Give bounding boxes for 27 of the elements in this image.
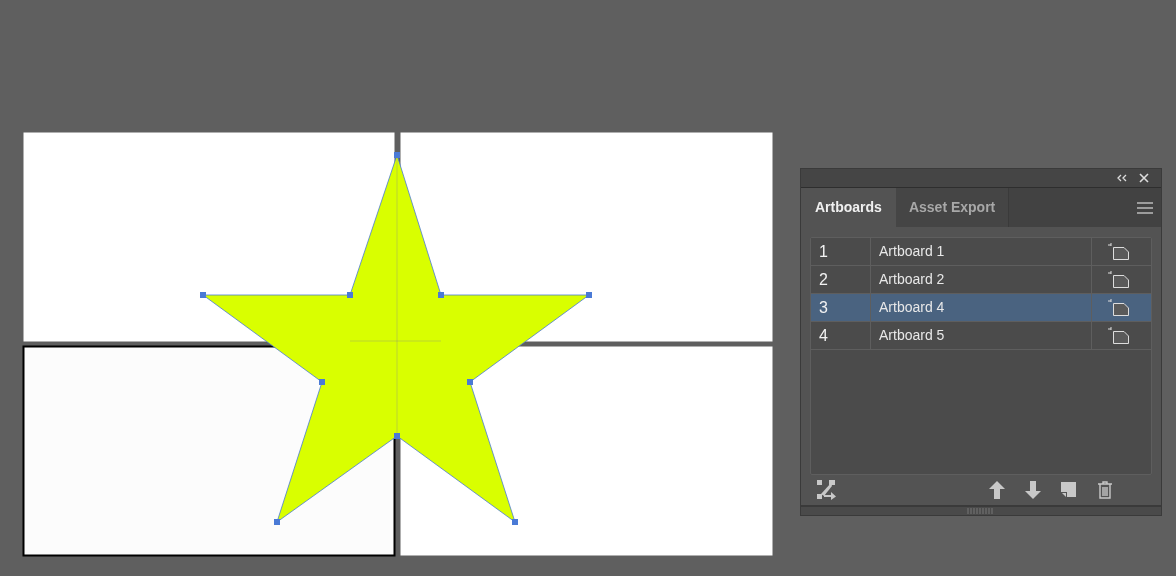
close-icon[interactable] xyxy=(1139,173,1149,183)
artboard-number: 1 xyxy=(811,238,871,265)
arrow-up-icon[interactable] xyxy=(989,481,1005,499)
artboard-number: 3 xyxy=(811,294,871,321)
arrow-down-icon[interactable] xyxy=(1025,481,1041,499)
artboard-row[interactable]: 1 Artboard 1 xyxy=(811,238,1151,266)
artboard-number: 2 xyxy=(811,266,871,293)
star-shape[interactable] xyxy=(200,152,592,525)
artboard-row[interactable]: 2 Artboard 2 xyxy=(811,266,1151,294)
menu-icon[interactable] xyxy=(1137,201,1153,214)
new-artboard-icon[interactable] xyxy=(1061,482,1077,498)
artboard-options-icon[interactable] xyxy=(1107,299,1130,316)
artboard-name[interactable]: Artboard 2 xyxy=(871,266,1092,293)
artboard-row[interactable]: 4 Artboard 5 xyxy=(811,322,1151,350)
artboard-name[interactable]: Artboard 4 xyxy=(871,294,1092,321)
resize-grip-icon[interactable] xyxy=(967,508,995,514)
artboard-options-icon[interactable] xyxy=(1107,327,1130,344)
artboard-options-icon[interactable] xyxy=(1107,271,1130,288)
rearrange-icon[interactable] xyxy=(817,480,837,500)
artboard-row[interactable]: 3 Artboard 4 xyxy=(811,294,1151,322)
artboard-options-icon[interactable] xyxy=(1107,243,1130,260)
collapse-icon[interactable] xyxy=(1117,174,1127,182)
panel-tab[interactable]: Artboards xyxy=(801,188,896,227)
artboard-name[interactable]: Artboard 1 xyxy=(871,238,1092,265)
artboard-name[interactable]: Artboard 5 xyxy=(871,322,1092,349)
artboard-number: 4 xyxy=(811,322,871,349)
trash-icon[interactable] xyxy=(1097,481,1113,499)
